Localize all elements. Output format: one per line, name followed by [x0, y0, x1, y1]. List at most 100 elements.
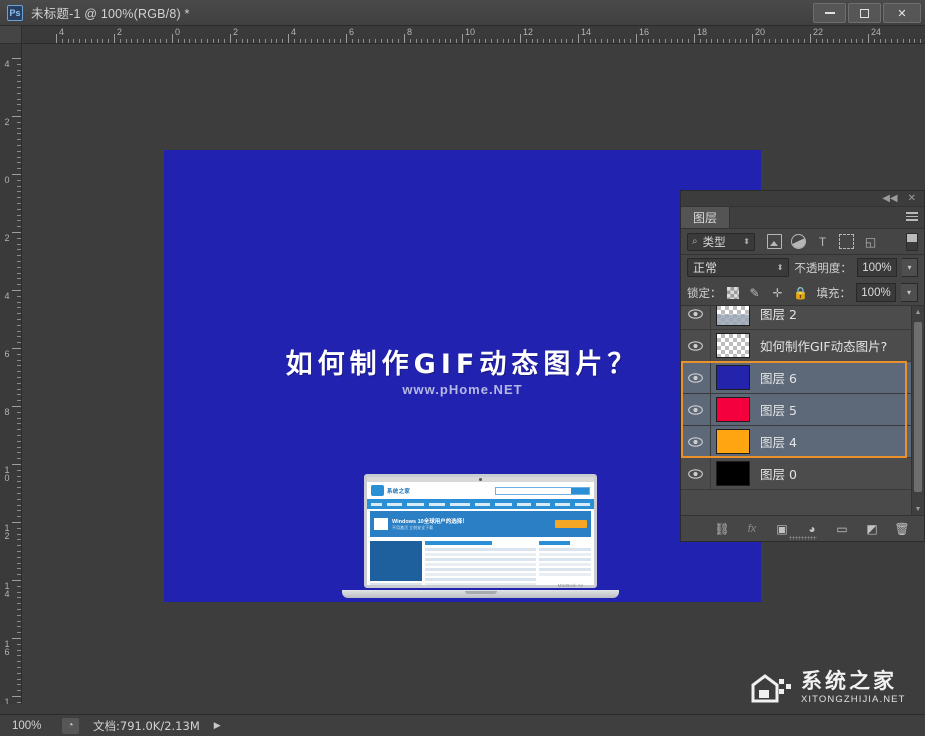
eye-icon: [688, 309, 703, 319]
opacity-dropdown-icon[interactable]: ▾: [902, 258, 918, 277]
layer-thumbnail[interactable]: [716, 397, 750, 422]
fill-label: 填充：: [817, 285, 852, 301]
type-filter-icon[interactable]: T: [815, 234, 830, 249]
photoshop-window: Ps 未标题-1 @ 100%(RGB/8) * ✕ 4202468101214…: [0, 0, 925, 736]
collapse-icon[interactable]: ◀◀: [882, 194, 897, 204]
link-layers-icon[interactable]: ⛓: [714, 521, 730, 537]
eye-icon: [688, 469, 703, 479]
laptop-notch: [465, 591, 497, 594]
panel-menu-icon[interactable]: [900, 207, 924, 228]
laptop-screen: 系统之家 Windows 10全球用户的选择！: [364, 474, 597, 588]
layer-visibility-toggle[interactable]: [681, 330, 711, 361]
layer-thumbnail[interactable]: [716, 429, 750, 454]
fill-dropdown-icon[interactable]: ▾: [901, 283, 918, 302]
eye-icon: [688, 373, 703, 383]
brand-watermark: 系统之家 XITONGZHIJIA.NET: [749, 666, 919, 710]
delete-layer-icon[interactable]: 🗑: [894, 521, 910, 537]
layer-thumbnail[interactable]: [716, 333, 750, 358]
banner-download-button: [555, 520, 587, 528]
layer-name: 如何制作GIF动态图片?: [760, 336, 887, 355]
shape-filter-icon[interactable]: [839, 234, 854, 249]
maximize-button[interactable]: [848, 3, 881, 23]
vertical-ruler[interactable]: 42024681012141618: [0, 44, 22, 704]
filter-kind-value: 类型: [703, 234, 739, 250]
tab-strip-empty: [730, 207, 900, 228]
layer-visibility-toggle[interactable]: [681, 458, 711, 489]
layer-list[interactable]: 图层 2 如何制作GIF动态图片? 图层 6 图层 5 图层 4 图层 0 ▲ ▼: [681, 305, 924, 515]
windows-logo-icon: [374, 518, 388, 530]
layer-visibility-toggle[interactable]: [681, 394, 711, 425]
zoom-level-field[interactable]: 100%: [8, 718, 60, 734]
minimize-button[interactable]: [813, 3, 846, 23]
scroll-up-icon[interactable]: ▲: [912, 306, 924, 318]
layer-name: 图层 0: [760, 464, 797, 483]
layer-thumbnail[interactable]: [716, 305, 750, 326]
blend-mode-select[interactable]: 正常 ⬍: [687, 258, 789, 277]
webcam-icon: [479, 478, 482, 481]
chevron-down-icon: ⬍: [777, 264, 784, 271]
layer-list-scrollbar[interactable]: ▲ ▼: [911, 306, 924, 515]
layer-row[interactable]: 图层 2: [681, 305, 924, 330]
layers-panel-toolbar: ⛓ fx ▣ ◕ ▭ ◩ 🗑: [681, 515, 924, 541]
layer-row[interactable]: 图层 5: [681, 394, 924, 426]
lock-all-icon[interactable]: 🔒: [794, 286, 808, 300]
layers-panel[interactable]: ◀◀ ✕ 图层 ⌕ 类型 ⬍ T ◱: [680, 190, 925, 542]
layer-thumbnail[interactable]: [716, 461, 750, 486]
photoshop-icon: Ps: [7, 5, 23, 21]
lock-image-icon[interactable]: ✎: [748, 286, 762, 300]
layer-name: 图层 4: [760, 432, 797, 451]
document-title: 未标题-1 @ 100%(RGB/8) *: [31, 3, 190, 22]
layer-visibility-toggle[interactable]: [681, 305, 711, 329]
opacity-label: 不透明度：: [794, 260, 852, 276]
close-button[interactable]: ✕: [883, 3, 921, 23]
ruler-corner[interactable]: [0, 26, 22, 44]
lock-position-icon[interactable]: ✛: [771, 286, 785, 300]
layer-row[interactable]: 图层 4: [681, 426, 924, 458]
opacity-value[interactable]: 100%: [857, 258, 897, 277]
layer-name: 图层 2: [760, 305, 797, 323]
adjustment-filter-icon[interactable]: [791, 234, 806, 249]
document-info-text: 文档:791.0K/2.13M: [93, 718, 200, 734]
layer-visibility-toggle[interactable]: [681, 362, 711, 393]
pixel-filter-icon[interactable]: [767, 234, 782, 249]
artboard[interactable]: 如何制作GIF动态图片？ www.pHome.NET 系统之家: [164, 150, 761, 602]
layer-row[interactable]: 如何制作GIF动态图片?: [681, 330, 924, 362]
layer-name: 图层 5: [760, 400, 797, 419]
filter-toggle-icon[interactable]: [906, 233, 918, 251]
close-icon[interactable]: ✕: [908, 194, 916, 204]
preview-icon[interactable]: ◔: [62, 718, 79, 734]
new-layer-icon[interactable]: ◩: [864, 521, 880, 537]
site-logo-text: 系统之家: [387, 487, 410, 495]
panel-tab-strip: 图层: [681, 207, 924, 229]
tab-layers[interactable]: 图层: [681, 207, 730, 228]
layer-mask-icon[interactable]: ▣: [774, 521, 790, 537]
new-group-icon[interactable]: ▭: [834, 521, 850, 537]
lock-transparent-icon[interactable]: [727, 287, 739, 299]
stepper-icon: ⬍: [743, 238, 750, 245]
layer-thumbnail[interactable]: [716, 365, 750, 390]
eye-icon: [688, 405, 703, 415]
adjustment-layer-icon[interactable]: ◕: [804, 521, 820, 537]
layer-style-fx-icon[interactable]: fx: [744, 521, 760, 537]
scroll-down-icon[interactable]: ▼: [912, 503, 924, 515]
layer-row[interactable]: 图层 0: [681, 458, 924, 490]
filter-kind-select[interactable]: ⌕ 类型 ⬍: [687, 233, 755, 251]
site-center-column: [425, 541, 536, 585]
horizontal-ruler[interactable]: 42024681012141618202224: [22, 26, 925, 44]
scrollbar-thumb[interactable]: [914, 322, 922, 492]
website-screenshot: 系统之家 Windows 10全球用户的选择！: [367, 482, 594, 585]
filter-icon-group: T ◱: [767, 234, 878, 249]
laptop-graphic[interactable]: 系统之家 Windows 10全球用户的选择！: [364, 474, 597, 598]
status-expand-icon[interactable]: ▶: [214, 720, 221, 731]
layer-row[interactable]: 图层 6: [681, 362, 924, 394]
fill-value[interactable]: 100%: [856, 283, 896, 302]
site-header: 系统之家: [367, 482, 594, 499]
eye-icon: [688, 341, 703, 351]
site-nav: [367, 499, 594, 509]
layer-visibility-toggle[interactable]: [681, 426, 711, 457]
brand-name-cn: 系统之家: [801, 671, 906, 692]
brand-logo-icon: [749, 671, 795, 705]
lock-row: 锁定： ✎ ✛ 🔒 填充： 100% ▾: [681, 280, 924, 305]
smartobject-filter-icon[interactable]: ◱: [863, 234, 878, 249]
panel-resize-grip[interactable]: [789, 536, 817, 540]
